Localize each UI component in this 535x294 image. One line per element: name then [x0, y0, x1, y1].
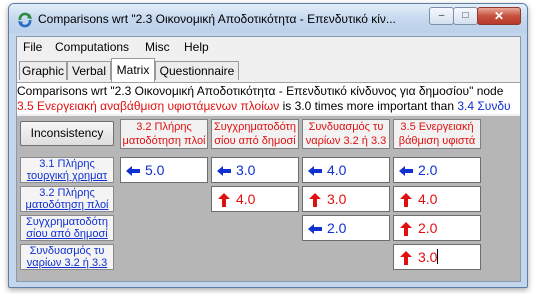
- arrow-up-icon: [400, 251, 412, 265]
- window-title: Comparisons wrt "2.3 Οικονομική Αποδοτικ…: [38, 12, 396, 26]
- row-header-line1: 3.2 Πλήρης: [39, 187, 95, 199]
- column-header-1[interactable]: 3.2 Πλήρης ματοδότηση πλοί: [120, 119, 208, 149]
- row-header-line2: σίου από δημοσί: [26, 228, 108, 240]
- row-header-line1: Συγχρηματοδότη: [25, 216, 109, 228]
- app-window: Comparisons wrt "2.3 Οικονομική Αποδοτικ…: [8, 3, 528, 288]
- column-header-line1: Συνδυασμός τυ: [308, 121, 384, 133]
- column-header-line1: 3.5 Ενεργειακή: [400, 121, 474, 133]
- column-header-line2: σίου από δημοσί: [214, 135, 296, 147]
- cell-value: 3.0: [418, 249, 439, 265]
- arrow-up-icon: [400, 193, 412, 207]
- row-header-line1: Συνδυασμός τυ: [29, 245, 105, 257]
- matrix-cell[interactable]: 2.0: [302, 215, 390, 241]
- arrow-left-icon: [399, 166, 413, 176]
- column-header-line1: 3.2 Πλήρης: [136, 121, 192, 133]
- column-header-line2: βάθμιση υφιστά: [398, 135, 476, 147]
- matrix-cell[interactable]: 4.0: [211, 186, 299, 212]
- description-text: Comparisons wrt "2.3 Οικονομική Αποδοτικ…: [17, 84, 504, 98]
- tab-matrix[interactable]: Matrix: [111, 58, 155, 82]
- node-description: Comparisons wrt "2.3 Οικονομική Αποδοτικ…: [17, 82, 520, 99]
- cell-value: 2.0: [418, 162, 438, 178]
- arrow-left-icon: [126, 166, 140, 176]
- app-icon: [18, 12, 32, 28]
- arrow-left-icon: [308, 166, 322, 176]
- matrix-cell[interactable]: 3.0: [393, 244, 481, 270]
- cell-value: 3.0: [327, 191, 347, 207]
- tab-questionnaire[interactable]: Questionnaire: [155, 61, 239, 80]
- maximize-button[interactable]: □: [453, 7, 478, 25]
- matrix-cell[interactable]: 2.0: [393, 215, 481, 241]
- inconsistency-button[interactable]: Inconsistency: [20, 121, 114, 146]
- menu-misc[interactable]: Misc: [145, 40, 170, 54]
- cell-value: 4.0: [327, 162, 347, 178]
- arrow-up-icon: [218, 193, 230, 207]
- row-header-line2: τουργική χρηματ: [26, 170, 108, 182]
- comparison-left: 3.5 Ενεργειακή αναβάθμιση υφιστάμενων πλ…: [17, 99, 280, 113]
- tab-verbal[interactable]: Verbal: [67, 61, 111, 80]
- matrix-cell[interactable]: 5.0: [120, 157, 208, 183]
- matrix-cell[interactable]: 3.0: [302, 186, 390, 212]
- cell-value: 3.0: [236, 162, 256, 178]
- column-header-line2: ναρίων 3.2 ή 3.3: [305, 135, 387, 147]
- column-header-4[interactable]: 3.5 Ενεργειακή βάθμιση υφιστά: [393, 119, 481, 149]
- menu-file[interactable]: File: [23, 40, 42, 54]
- cell-value: 2.0: [418, 220, 438, 236]
- arrow-left-icon: [308, 224, 322, 234]
- row-header-1[interactable]: 3.1 Πλήρης τουργική χρηματ: [20, 157, 114, 183]
- menu-bar: File Computations Misc Help: [17, 37, 520, 57]
- comparison-statement: 3.5 Ενεργειακή αναβάθμιση υφιστάμενων πλ…: [17, 98, 520, 114]
- row-header-line1: 3.1 Πλήρης: [39, 158, 95, 170]
- column-header-2[interactable]: Συγχρηματοδότη σίου από δημοσί: [211, 119, 299, 149]
- cell-value: 4.0: [236, 191, 256, 207]
- client-area: File Computations Misc Help Graphic Verb…: [16, 36, 521, 282]
- tab-strip: Graphic Verbal Matrix Questionnaire: [17, 58, 520, 82]
- matrix-cell[interactable]: 2.0: [393, 157, 481, 183]
- menu-computations[interactable]: Computations: [55, 40, 129, 54]
- minimize-button[interactable]: –: [429, 7, 454, 25]
- cell-value: 2.0: [327, 220, 347, 236]
- column-header-3[interactable]: Συνδυασμός τυ ναρίων 3.2 ή 3.3: [302, 119, 390, 149]
- text-caret: [437, 249, 439, 264]
- cell-value: 5.0: [145, 162, 165, 178]
- title-bar[interactable]: Comparisons wrt "2.3 Οικονομική Αποδοτικ…: [9, 4, 527, 33]
- row-header-2[interactable]: 3.2 Πλήρης ματοδότηση πλοί: [20, 186, 114, 212]
- row-header-line2: ματοδότηση πλοί: [25, 199, 109, 211]
- column-header-line2: ματοδότηση πλοί: [122, 135, 206, 147]
- arrow-left-icon: [217, 166, 231, 176]
- row-header-line2: ναρίων 3.2 ή 3.3: [26, 257, 108, 269]
- cell-value: 4.0: [418, 191, 438, 207]
- arrow-up-icon: [309, 193, 321, 207]
- close-button[interactable]: ✕: [477, 7, 521, 25]
- matrix-cell[interactable]: 4.0: [302, 157, 390, 183]
- menu-help[interactable]: Help: [184, 40, 209, 54]
- comparison-right: 3.4 Συνδυ: [457, 99, 511, 113]
- matrix-cell[interactable]: 3.0: [211, 157, 299, 183]
- row-header-4[interactable]: Συνδυασμός τυ ναρίων 3.2 ή 3.3: [20, 244, 114, 270]
- matrix-cell[interactable]: 4.0: [393, 186, 481, 212]
- arrow-up-icon: [400, 222, 412, 236]
- row-header-3[interactable]: Συγχρηματοδότη σίου από δημοσί: [20, 215, 114, 241]
- column-header-line1: Συγχρηματοδότη: [213, 121, 297, 133]
- tab-graphic[interactable]: Graphic: [19, 61, 67, 80]
- comparison-middle: is 3.0 times more important than: [279, 99, 458, 113]
